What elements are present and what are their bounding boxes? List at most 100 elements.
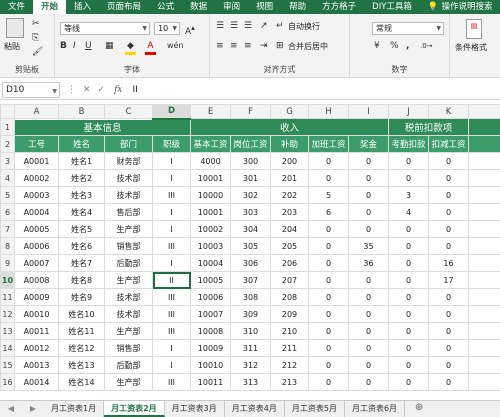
- merge-center-icon[interactable]: ⊞: [276, 40, 284, 52]
- cell[interactable]: 0: [388, 339, 429, 357]
- cell[interactable]: A0001: [14, 152, 59, 170]
- cell[interactable]: 10004: [190, 254, 231, 272]
- cell[interactable]: 211: [270, 339, 309, 357]
- wrap-text-icon[interactable]: ↵: [276, 20, 284, 32]
- cell[interactable]: 302: [230, 186, 271, 204]
- cell[interactable]: 0: [348, 271, 389, 289]
- cell[interactable]: 208: [270, 288, 309, 306]
- cell[interactable]: 6: [308, 203, 349, 221]
- border-icon[interactable]: ▦: [105, 40, 114, 52]
- column-header-E[interactable]: E: [190, 104, 231, 119]
- cell[interactable]: 0: [388, 169, 429, 187]
- cell[interactable]: 0: [388, 271, 429, 289]
- cell[interactable]: 姓名7: [58, 254, 105, 272]
- cell[interactable]: 0: [428, 305, 469, 323]
- cell[interactable]: A0008: [14, 271, 59, 289]
- cell[interactable]: 10000: [190, 186, 231, 204]
- conditional-format-button[interactable]: 条件格式: [455, 42, 487, 53]
- cell[interactable]: 后勤部: [104, 356, 153, 374]
- align-left-icon[interactable]: ≡: [216, 40, 224, 52]
- cell[interactable]: 0: [348, 356, 389, 374]
- cell[interactable]: 生产部: [104, 322, 153, 340]
- field-header[interactable]: 职级: [152, 135, 191, 153]
- column-header-B[interactable]: B: [58, 104, 105, 119]
- cell[interactable]: 姓名13: [58, 356, 105, 374]
- wrap-text-button[interactable]: 自动换行: [288, 21, 320, 32]
- cell[interactable]: 35: [348, 237, 389, 255]
- cell[interactable]: 313: [230, 373, 271, 391]
- header-cell[interactable]: [468, 118, 500, 136]
- cell[interactable]: 310: [230, 322, 271, 340]
- cell[interactable]: 0: [388, 322, 429, 340]
- cell[interactable]: I: [152, 203, 191, 221]
- column-header-F[interactable]: F: [230, 104, 271, 119]
- cell[interactable]: 312: [230, 356, 271, 374]
- cancel-icon[interactable]: ✕: [83, 85, 91, 95]
- cell[interactable]: 10008: [190, 322, 231, 340]
- cell[interactable]: 0: [348, 203, 389, 221]
- row-header-10[interactable]: 10: [0, 271, 15, 289]
- phonetic-button[interactable]: wén: [167, 40, 184, 52]
- cell[interactable]: A0013: [14, 356, 59, 374]
- field-header[interactable]: 基本工资: [190, 135, 231, 153]
- cell[interactable]: 0: [388, 288, 429, 306]
- cell[interactable]: 10006: [190, 288, 231, 306]
- cell[interactable]: 307: [230, 271, 271, 289]
- income-header[interactable]: 收入: [190, 118, 389, 136]
- cell[interactable]: 10009: [190, 339, 231, 357]
- cut-icon[interactable]: ✂: [32, 18, 40, 30]
- enter-icon[interactable]: ✓: [98, 85, 106, 95]
- indent-icon[interactable]: ⇥: [260, 40, 268, 52]
- cell[interactable]: A0003: [14, 186, 59, 204]
- align-middle-icon[interactable]: ☰: [230, 20, 238, 32]
- cell[interactable]: 技术部: [104, 305, 153, 323]
- row-header-16[interactable]: 16: [0, 373, 15, 391]
- cell[interactable]: [468, 305, 500, 323]
- cell[interactable]: 0: [308, 305, 349, 323]
- menu-tab-7[interactable]: 视图: [248, 0, 281, 14]
- cell[interactable]: 0: [428, 220, 469, 238]
- font-size-select[interactable]: 10 ▼: [154, 22, 180, 35]
- row-header-12[interactable]: 12: [0, 305, 15, 323]
- cell[interactable]: 技术部: [104, 288, 153, 306]
- cell[interactable]: 300: [230, 152, 271, 170]
- menu-tab-8[interactable]: 帮助: [281, 0, 314, 14]
- column-header-H[interactable]: H: [308, 104, 349, 119]
- cell[interactable]: 售后部: [104, 203, 153, 221]
- field-header[interactable]: 加班工资: [308, 135, 349, 153]
- row-header-9[interactable]: 9: [0, 254, 15, 272]
- cell[interactable]: A0012: [14, 339, 59, 357]
- copy-icon[interactable]: ⎘: [32, 32, 39, 44]
- bold-button[interactable]: B: [60, 40, 67, 52]
- cell[interactable]: 0: [308, 271, 349, 289]
- cell[interactable]: 姓名14: [58, 373, 105, 391]
- cell[interactable]: 姓名2: [58, 169, 105, 187]
- cell[interactable]: 309: [230, 305, 271, 323]
- cell[interactable]: A0011: [14, 322, 59, 340]
- row-header-5[interactable]: 5: [0, 186, 15, 204]
- cell[interactable]: 206: [270, 254, 309, 272]
- help-search[interactable]: 💡 操作说明搜索: [420, 0, 500, 14]
- field-header[interactable]: 姓名: [58, 135, 105, 153]
- cell[interactable]: 0: [428, 203, 469, 221]
- cell[interactable]: 0: [388, 237, 429, 255]
- cell[interactable]: 207: [270, 271, 309, 289]
- cell[interactable]: [468, 237, 500, 255]
- currency-icon[interactable]: ¥: [374, 40, 380, 52]
- sheet-nav-prev-icon[interactable]: ◀: [0, 401, 22, 417]
- align-bottom-icon[interactable]: ☰: [244, 20, 252, 32]
- cell[interactable]: 0: [308, 220, 349, 238]
- percent-button[interactable]: %: [390, 40, 399, 52]
- menu-tab-9[interactable]: 方方格子: [314, 0, 364, 14]
- cell[interactable]: 姓名8: [58, 271, 105, 289]
- cell[interactable]: 10005: [190, 271, 231, 289]
- cell[interactable]: 10007: [190, 305, 231, 323]
- cell[interactable]: A0002: [14, 169, 59, 187]
- cell[interactable]: [468, 288, 500, 306]
- cell[interactable]: 212: [270, 356, 309, 374]
- cell[interactable]: [468, 152, 500, 170]
- merge-center-button[interactable]: 合并后居中: [288, 41, 328, 52]
- field-header[interactable]: [468, 135, 500, 153]
- cell[interactable]: [468, 203, 500, 221]
- cell[interactable]: 0: [428, 237, 469, 255]
